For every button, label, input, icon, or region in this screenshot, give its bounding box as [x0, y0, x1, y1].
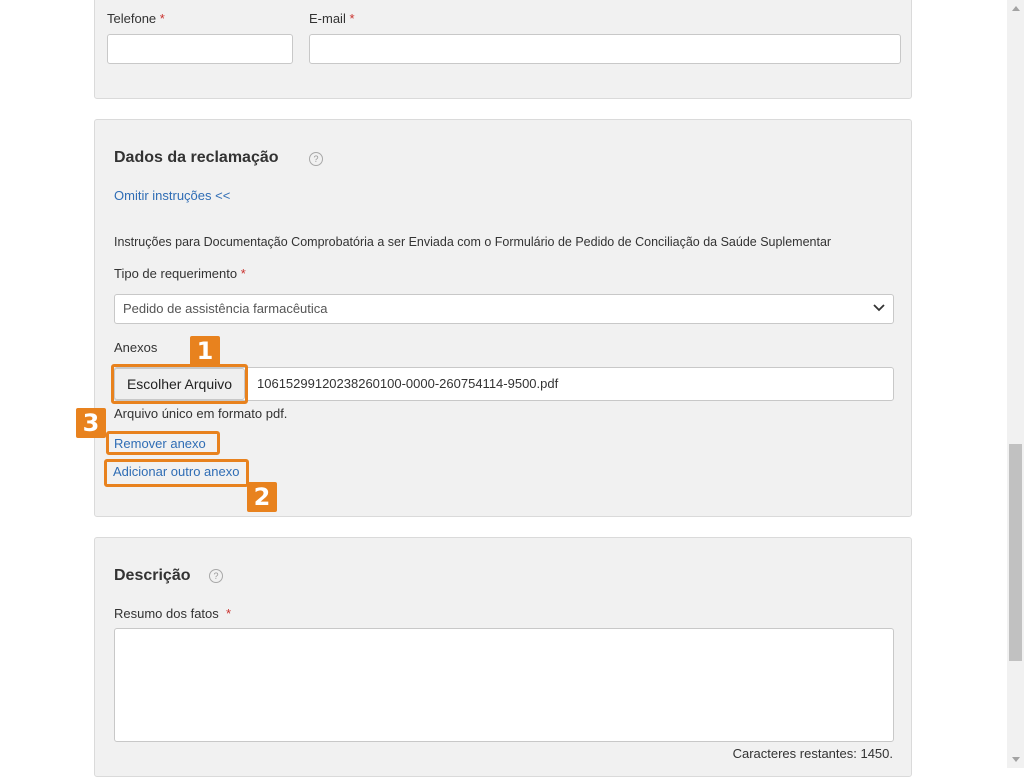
- scrollbar-thumb[interactable]: [1009, 444, 1022, 661]
- type-label: Tipo de requerimento *: [114, 266, 246, 281]
- claim-heading: Dados da reclamação: [114, 149, 279, 166]
- file-hint: Arquivo único em formato pdf.: [114, 406, 288, 421]
- description-heading: Descrição: [114, 567, 191, 584]
- file-name: 10615299120238260100-0000-260754114-9500…: [257, 376, 559, 391]
- badge-1: 1: [190, 336, 220, 366]
- add-attachment-link[interactable]: Adicionar outro anexo: [113, 464, 239, 479]
- remove-attachment-link[interactable]: Remover anexo: [114, 436, 206, 451]
- summary-label: Resumo dos fatos *: [114, 606, 232, 621]
- badge-3: 3: [76, 408, 106, 438]
- type-selected-value: Pedido de assistência farmacêutica: [123, 301, 328, 316]
- type-select[interactable]: Pedido de assistência farmacêutica: [114, 294, 894, 324]
- phone-label: Telefone *: [107, 11, 165, 26]
- choose-file-button[interactable]: Escolher Arquivo: [114, 368, 245, 400]
- chars-remaining: Caracteres restantes: 1450.: [732, 746, 893, 761]
- phone-input[interactable]: [107, 34, 293, 64]
- badge-2: 2: [247, 482, 277, 512]
- help-icon[interactable]: ?: [209, 569, 223, 583]
- instructions-text: Instruções para Documentação Comprobatór…: [114, 235, 832, 249]
- scroll-up-icon[interactable]: [1012, 6, 1020, 11]
- email-input[interactable]: [309, 34, 901, 64]
- summary-textarea[interactable]: [114, 628, 894, 742]
- scrollbar[interactable]: [1007, 0, 1024, 768]
- attachments-label: Anexos: [114, 340, 158, 355]
- chevron-down-icon: [873, 304, 885, 312]
- help-icon[interactable]: ?: [309, 152, 323, 166]
- scroll-down-icon[interactable]: [1012, 757, 1020, 762]
- toggle-instructions-link[interactable]: Omitir instruções <<: [114, 188, 230, 203]
- email-label: E-mail *: [309, 11, 355, 26]
